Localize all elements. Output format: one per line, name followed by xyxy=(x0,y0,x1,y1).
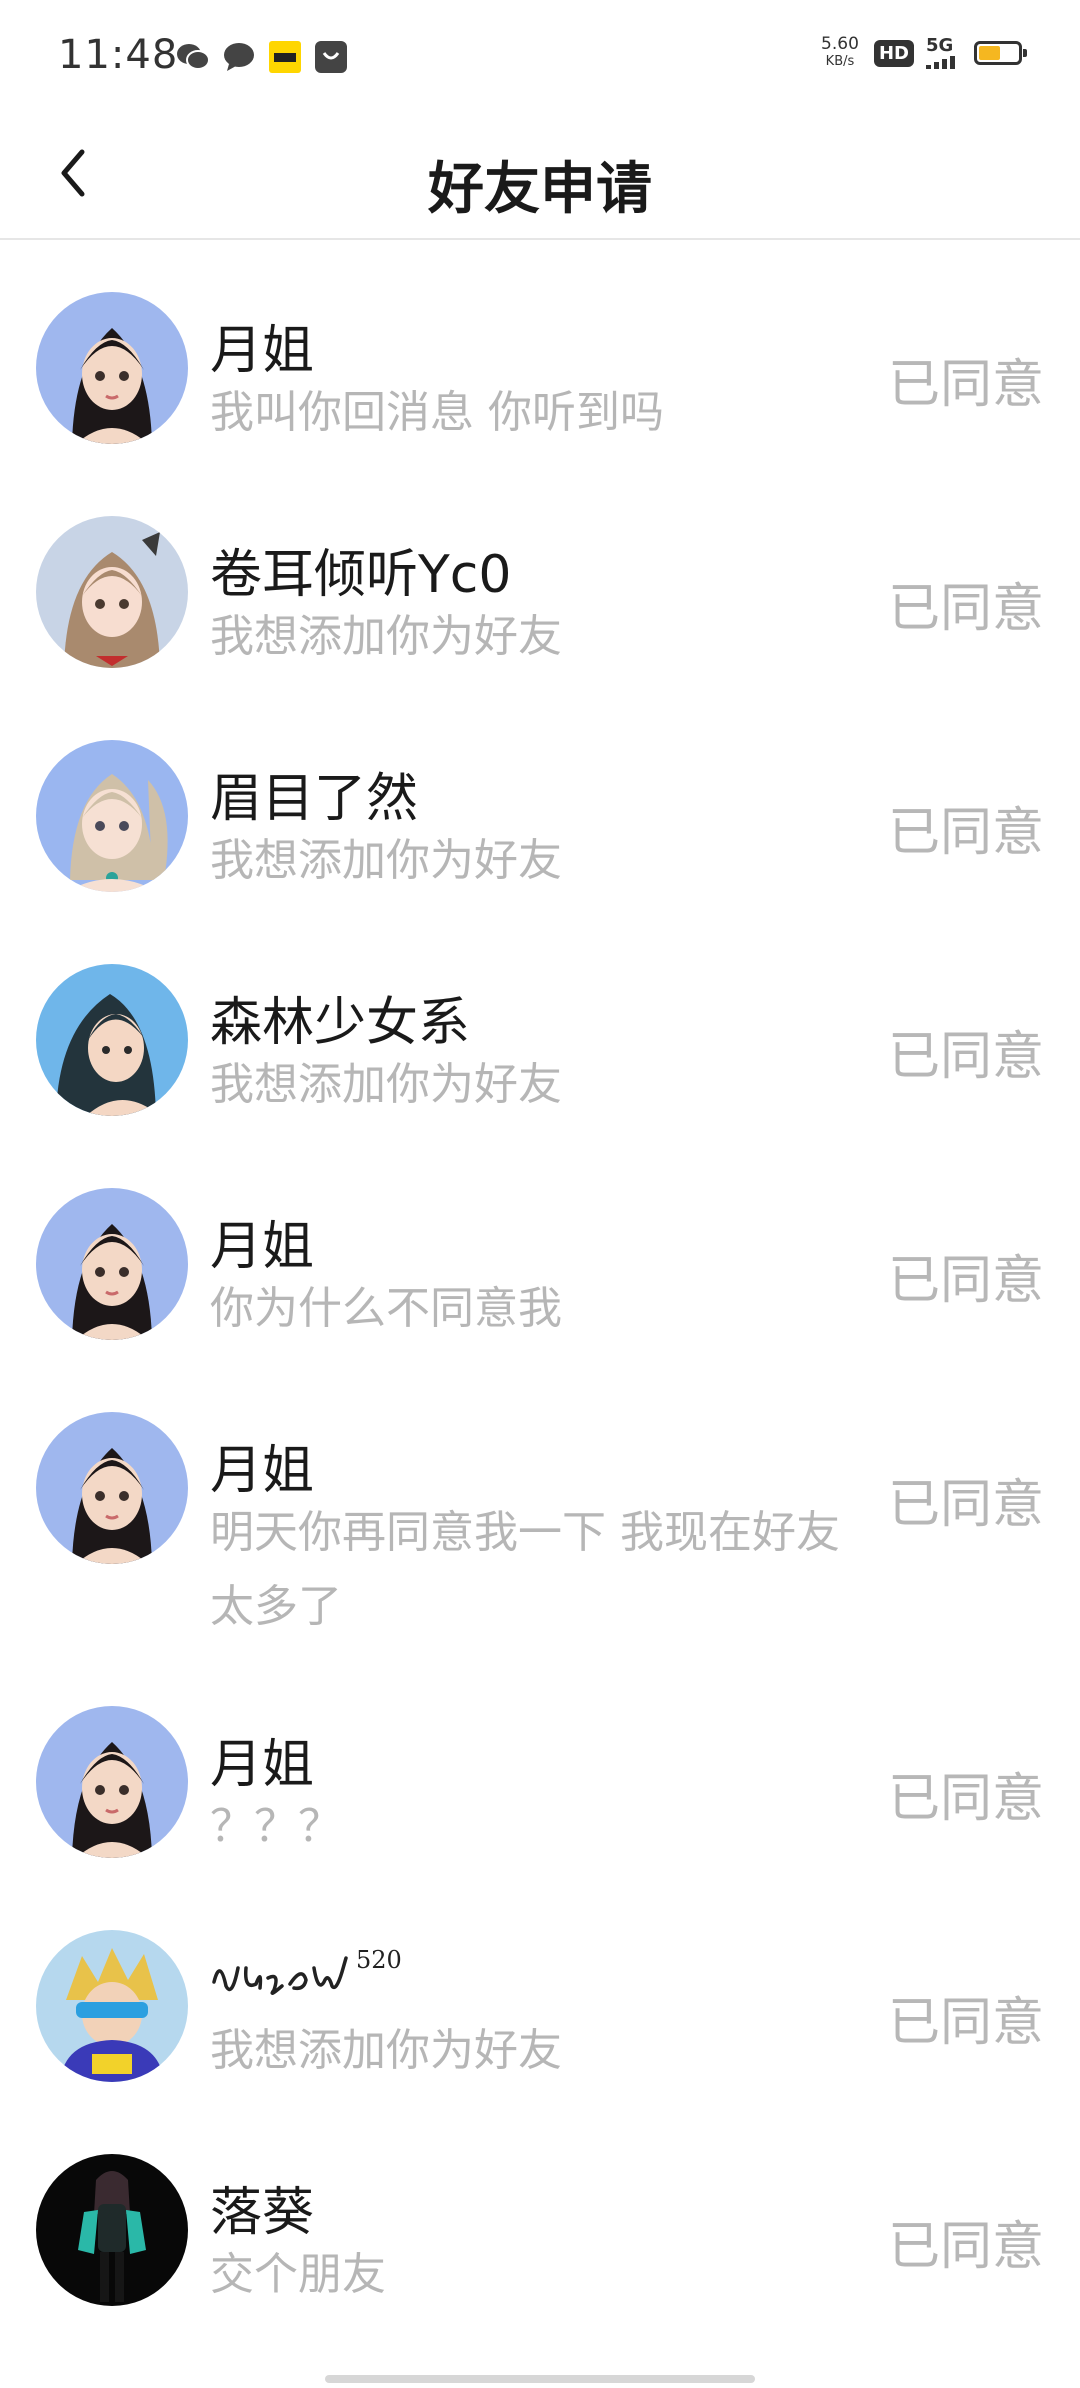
request-message: 我想添加你为好友 xyxy=(210,1059,562,1110)
network-type: 5G xyxy=(926,35,954,56)
kuaishou-app-icon xyxy=(268,40,302,74)
request-status: 已同意 xyxy=(888,1475,1045,1535)
request-message: 交个朋友 xyxy=(210,2249,386,2300)
message-icon xyxy=(222,40,256,74)
request-message: 我想添加你为好友 xyxy=(210,611,562,662)
avatar-anime-girl-sky[interactable] xyxy=(36,964,188,1116)
wechat-icon xyxy=(176,40,210,74)
status-time: 11:48 xyxy=(58,32,179,78)
request-message: 你为什么不同意我 xyxy=(210,1283,562,1334)
request-message: 我叫你回消息 你听到吗 xyxy=(210,387,664,438)
request-status: 已同意 xyxy=(888,803,1045,863)
battery-icon xyxy=(974,41,1027,65)
request-status: 已同意 xyxy=(888,1027,1045,1087)
nav-header: 好友申请 xyxy=(0,118,1080,240)
requester-name: 月姐 xyxy=(210,1217,315,1277)
requester-name: 森林少女系 xyxy=(210,993,471,1053)
request-status: 已同意 xyxy=(888,1769,1045,1829)
avatar-anime-figure-dark[interactable] xyxy=(36,2154,188,2306)
request-message: 明天你再同意我一下 我现在好友太多了 xyxy=(210,1507,840,1632)
request-row[interactable]: 月姐 ？？？ 已同意 xyxy=(0,1654,1080,1878)
request-message: 我想添加你为好友 xyxy=(210,835,562,886)
avatar-anime-boy-yellow[interactable] xyxy=(36,1930,188,2082)
handwritten-name-520: 520 xyxy=(212,1946,402,1995)
request-message: 我想添加你为好友 xyxy=(210,2025,562,2076)
status-bar: 11:48 5.60 KB/s HD 5G xyxy=(0,0,1080,118)
avatar-anime-woman-blue[interactable] xyxy=(36,1412,188,1564)
request-message: ？？？ xyxy=(210,1801,342,1852)
requester-name: 卷耳倾听Yc0 xyxy=(210,545,512,605)
requester-name: 月姐 xyxy=(210,1441,315,1501)
speed-unit: KB/s xyxy=(825,54,855,69)
avatar-anime-woman-blue[interactable] xyxy=(36,1188,188,1340)
request-row[interactable]: 月姐 我叫你回消息 你听到吗 已同意 xyxy=(0,240,1080,464)
shopping-app-icon xyxy=(314,40,348,74)
notification-icons xyxy=(176,40,348,74)
svg-text:520: 520 xyxy=(356,1946,402,1974)
request-row[interactable]: 520 我想添加你为好友 已同意 xyxy=(0,1878,1080,2102)
request-status: 已同意 xyxy=(888,579,1045,639)
request-row[interactable]: 月姐 明天你再同意我一下 我现在好友太多了 已同意 xyxy=(0,1360,1080,1654)
home-indicator[interactable] xyxy=(325,2375,755,2383)
page-title: 好友申请 xyxy=(428,157,652,222)
avatar-anime-woman-blue[interactable] xyxy=(36,1706,188,1858)
request-status: 已同意 xyxy=(888,1251,1045,1311)
avatar-anime-girl-brown[interactable] xyxy=(36,516,188,668)
request-status: 已同意 xyxy=(888,2217,1045,2277)
avatar-anime-girl-blonde[interactable] xyxy=(36,740,188,892)
requester-name: 月姐 xyxy=(210,1735,315,1795)
signal-indicator: 5G xyxy=(926,37,962,69)
request-row[interactable]: 落葵 交个朋友 已同意 xyxy=(0,2102,1080,2326)
requester-name: 眉目了然 xyxy=(210,769,419,829)
avatar-anime-woman-blue[interactable] xyxy=(36,292,188,444)
signal-bars-icon xyxy=(926,56,955,69)
requester-name: 落葵 xyxy=(210,2183,315,2243)
requester-name-handwritten: 520 xyxy=(210,1938,470,2021)
requester-name: 月姐 xyxy=(210,321,315,381)
speed-value: 5.60 xyxy=(821,34,859,54)
hd-badge: HD xyxy=(873,39,914,67)
request-status: 已同意 xyxy=(888,355,1045,415)
network-speed: 5.60 KB/s xyxy=(818,36,862,70)
request-row[interactable]: 眉目了然 我想添加你为好友 已同意 xyxy=(0,688,1080,912)
request-row[interactable]: 卷耳倾听Yc0 我想添加你为好友 已同意 xyxy=(0,464,1080,688)
request-row[interactable]: 森林少女系 我想添加你为好友 已同意 xyxy=(0,912,1080,1136)
request-status: 已同意 xyxy=(888,1993,1045,2053)
request-row[interactable]: 月姐 你为什么不同意我 已同意 xyxy=(0,1136,1080,1360)
